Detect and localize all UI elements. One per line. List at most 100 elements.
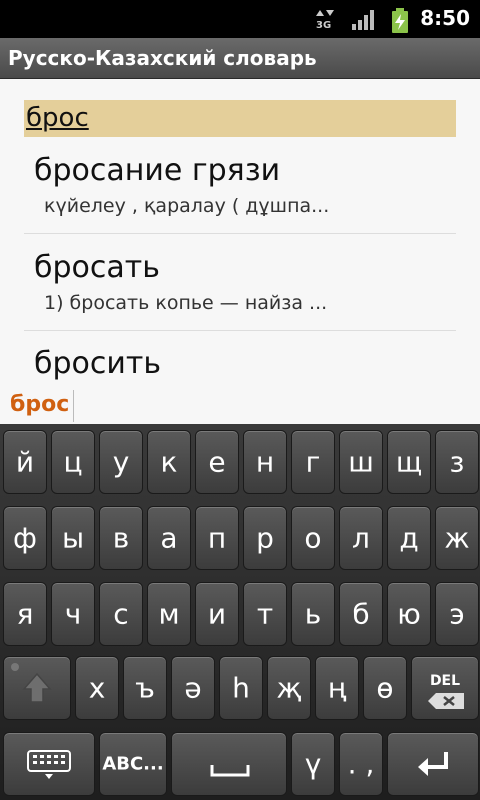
key-label: ү xyxy=(304,747,322,781)
key-label: ф xyxy=(13,521,37,555)
entry-word: бросить xyxy=(34,346,162,381)
key-z[interactable]: з xyxy=(435,430,479,494)
key-label: к xyxy=(160,445,178,479)
key-label: ә xyxy=(184,671,202,705)
key-label: а xyxy=(160,521,178,555)
key-l[interactable]: л xyxy=(339,506,383,570)
key-b[interactable]: б xyxy=(339,582,383,646)
key-g[interactable]: г xyxy=(291,430,335,494)
abc-mode-key[interactable]: ABC... xyxy=(99,732,167,796)
key-label: ъ xyxy=(135,671,155,705)
key-e-reversed[interactable]: э xyxy=(435,582,479,646)
key-label: ы xyxy=(61,521,85,555)
key-label: ж xyxy=(444,521,470,555)
key-r[interactable]: р xyxy=(243,506,287,570)
key-label: о xyxy=(304,521,322,555)
key-label: и xyxy=(207,597,227,631)
search-input[interactable]: брос xyxy=(24,100,456,137)
key-label: в xyxy=(112,521,130,555)
key-soft-sign[interactable]: ь xyxy=(291,582,335,646)
app-title: Русско-Казахский словарь xyxy=(8,46,317,70)
key-label: у xyxy=(112,445,130,479)
key-label: ц xyxy=(63,445,83,479)
key-i[interactable]: и xyxy=(195,582,239,646)
key-label: з xyxy=(449,445,465,479)
battery-charging-icon xyxy=(392,8,408,33)
key-o-barred[interactable]: ө xyxy=(363,656,407,720)
suggestion-candidate[interactable]: брос xyxy=(10,392,69,417)
key-u[interactable]: у xyxy=(99,430,143,494)
key-ts[interactable]: ц xyxy=(51,430,95,494)
key-label: җ xyxy=(276,671,302,705)
key-label: б xyxy=(352,597,370,631)
delete-label: DEL xyxy=(429,673,461,689)
shift-key[interactable] xyxy=(3,656,71,720)
enter-arrow-icon xyxy=(418,752,448,776)
key-s[interactable]: с xyxy=(99,582,143,646)
key-kh[interactable]: х xyxy=(75,656,119,720)
keyboard: й ц у к е н г ш щ з ф ы в а п р о л д ж … xyxy=(0,424,480,800)
key-label: ш xyxy=(348,445,374,479)
key-zhe-descender[interactable]: җ xyxy=(267,656,311,720)
key-a[interactable]: а xyxy=(147,506,191,570)
key-label: г xyxy=(305,445,321,479)
status-bar: 3G 8:50 xyxy=(0,0,480,38)
punctuation-key[interactable]: . , xyxy=(339,732,383,796)
key-ya[interactable]: я xyxy=(3,582,47,646)
keyboard-settings-key[interactable] xyxy=(3,732,95,796)
search-query: брос xyxy=(26,103,89,133)
suggestion-divider xyxy=(73,390,74,422)
key-e[interactable]: е xyxy=(195,430,239,494)
key-ch[interactable]: ч xyxy=(51,582,95,646)
key-label: э xyxy=(449,597,465,631)
key-hard-sign[interactable]: ъ xyxy=(123,656,167,720)
keyboard-icon xyxy=(27,750,71,779)
key-n[interactable]: н xyxy=(243,430,287,494)
delete-key[interactable]: DEL xyxy=(411,656,479,720)
key-label: д xyxy=(399,521,419,555)
status-time: 8:50 xyxy=(420,6,470,30)
key-d[interactable]: д xyxy=(387,506,431,570)
network-type-label: 3G xyxy=(316,20,332,31)
key-u-straight[interactable]: ү xyxy=(291,732,335,796)
key-en-descender[interactable]: ң xyxy=(315,656,359,720)
key-f[interactable]: ф xyxy=(3,506,47,570)
key-sh[interactable]: ш xyxy=(339,430,383,494)
dictionary-content: брос бросание грязи күйелеу , қаралау ( … xyxy=(0,79,480,423)
signal-icon xyxy=(352,10,374,30)
entry-word: бросать xyxy=(34,250,160,285)
key-label: ь xyxy=(304,597,322,631)
space-icon xyxy=(210,765,250,777)
key-label: х xyxy=(88,671,106,705)
key-shch[interactable]: щ xyxy=(387,430,431,494)
key-label: т xyxy=(256,597,274,631)
key-label: я xyxy=(16,597,34,631)
key-v[interactable]: в xyxy=(99,506,143,570)
key-t[interactable]: т xyxy=(243,582,287,646)
key-m[interactable]: м xyxy=(147,582,191,646)
key-label: е xyxy=(208,445,226,479)
entry-translation: күйелеу , қаралау ( дұшпа... xyxy=(44,195,330,217)
list-divider xyxy=(24,233,456,234)
shift-arrow-icon xyxy=(22,672,52,703)
key-schwa[interactable]: ә xyxy=(171,656,215,720)
key-y-short[interactable]: й xyxy=(3,430,47,494)
key-label: ң xyxy=(327,671,347,705)
key-label: й xyxy=(15,445,35,479)
key-label: с xyxy=(113,597,129,631)
space-key[interactable] xyxy=(171,732,287,796)
key-label: ч xyxy=(64,597,82,631)
enter-key[interactable] xyxy=(387,732,479,796)
suggestion-bar: брос xyxy=(0,388,480,424)
key-zh[interactable]: ж xyxy=(435,506,479,570)
key-p[interactable]: п xyxy=(195,506,239,570)
key-label: . , xyxy=(347,747,375,781)
key-label: р xyxy=(256,521,274,555)
key-o[interactable]: о xyxy=(291,506,335,570)
key-yery[interactable]: ы xyxy=(51,506,95,570)
key-k[interactable]: к xyxy=(147,430,191,494)
backspace-icon xyxy=(428,693,464,709)
key-yu[interactable]: ю xyxy=(387,582,431,646)
key-shha[interactable]: һ xyxy=(219,656,263,720)
key-label: ю xyxy=(397,597,421,631)
